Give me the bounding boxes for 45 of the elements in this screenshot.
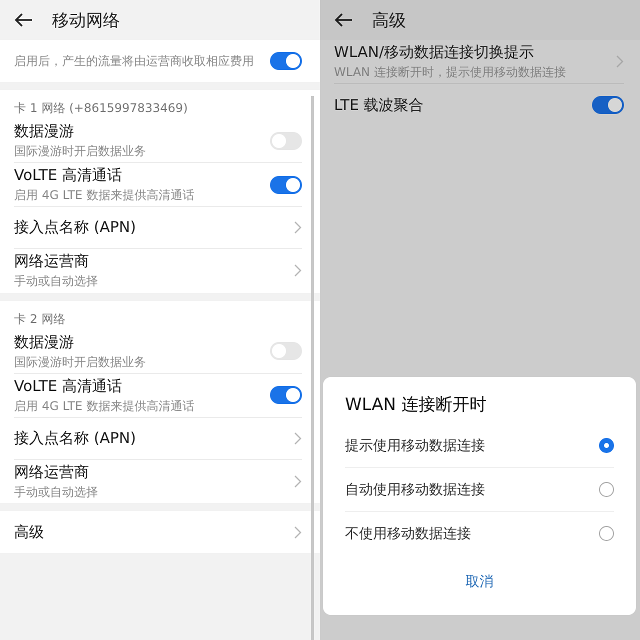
- setting-title: VoLTE 高清通话: [14, 166, 123, 186]
- radio-button[interactable]: [599, 482, 614, 497]
- setting-title: 数据漫游: [14, 332, 75, 352]
- setting-title: LTE 载波聚合: [334, 96, 424, 115]
- setting-title: WLAN/移动数据连接切换提示: [334, 43, 536, 62]
- chevron-right-icon[interactable]: [616, 55, 624, 68]
- dialog-title: WLAN 连接断开时: [345, 394, 488, 417]
- screen-title: 移动网络: [52, 10, 120, 32]
- back-icon[interactable]: [14, 12, 34, 28]
- setting-description: 启用 4G LTE 数据来提供高清通话: [14, 398, 194, 414]
- section-header: 卡 1 网络 (+8615997833469): [14, 100, 189, 117]
- option-label[interactable]: 提示使用移动数据连接: [345, 436, 485, 454]
- setting-description: 手动或自动选择: [14, 484, 98, 500]
- toggle-switch[interactable]: [270, 386, 302, 404]
- cancel-button[interactable]: 取消: [456, 567, 504, 597]
- setting-title: VoLTE 高清通话: [14, 376, 123, 396]
- setting-title: 接入点名称 (APN): [14, 428, 136, 448]
- screen-title: 高级: [372, 10, 406, 32]
- setting-title: 数据漫游: [14, 122, 75, 141]
- option-label[interactable]: 自动使用移动数据连接: [345, 480, 485, 498]
- chevron-right-icon[interactable]: [294, 432, 302, 445]
- setting-description: WLAN 连接断开时，提示使用移动数据连接: [334, 64, 566, 80]
- setting-description: 手动或自动选择: [14, 273, 98, 290]
- option-label[interactable]: 不使用移动数据连接: [345, 524, 471, 542]
- setting-title: 接入点名称 (APN): [14, 218, 136, 238]
- back-icon[interactable]: [334, 12, 354, 28]
- setting-description: 启用 4G LTE 数据来提供高清通话: [14, 187, 194, 204]
- setting-title: 网络运营商: [14, 462, 90, 482]
- toggle-switch[interactable]: [270, 132, 302, 150]
- setting-title: 网络运营商: [14, 252, 90, 272]
- toggle-switch[interactable]: [270, 176, 302, 194]
- toggle-switch[interactable]: [270, 342, 302, 360]
- toggle-switch[interactable]: [270, 52, 302, 70]
- section-header: 卡 2 网络: [14, 310, 66, 328]
- setting-description: 国际漫游时开启数据业务: [14, 354, 146, 370]
- radio-button[interactable]: [599, 526, 614, 541]
- chevron-right-icon[interactable]: [294, 526, 302, 539]
- radio-button[interactable]: [599, 438, 614, 453]
- setting-description: 启用后，产生的流量将由运营商收取相应费用: [14, 52, 254, 70]
- chevron-right-icon[interactable]: [294, 264, 302, 278]
- setting-title: 高级: [14, 522, 44, 542]
- chevron-right-icon[interactable]: [294, 475, 302, 488]
- toggle-switch[interactable]: [592, 96, 624, 114]
- chevron-right-icon[interactable]: [294, 221, 302, 234]
- setting-description: 国际漫游时开启数据业务: [14, 143, 146, 160]
